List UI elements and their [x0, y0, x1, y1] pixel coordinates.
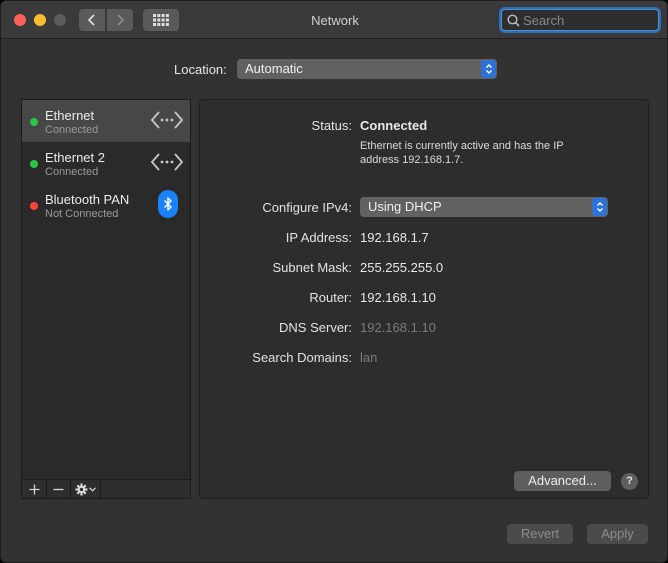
- chevron-down-icon: [89, 486, 96, 492]
- service-name: Ethernet 2: [45, 150, 105, 165]
- status-description: Ethernet is currently active and has the…: [360, 140, 564, 166]
- service-list: Ethernet Connected Ethernet 2 Connected …: [21, 99, 191, 499]
- minus-icon: [53, 488, 64, 490]
- location-value: Automatic: [245, 61, 303, 76]
- dns-server-value: 192.168.1.10: [360, 320, 436, 335]
- service-status: Connected: [45, 124, 99, 136]
- router-label: Router:: [309, 290, 352, 305]
- service-item-ethernet[interactable]: Ethernet Connected: [22, 100, 190, 142]
- location-label: Location:: [174, 62, 227, 77]
- status-value: Connected: [360, 118, 428, 133]
- router-value: 192.168.1.10: [360, 290, 436, 305]
- configure-ipv4-label: Configure IPv4:: [262, 200, 352, 215]
- search-input[interactable]: [523, 12, 653, 28]
- location-select[interactable]: Automatic: [237, 59, 497, 79]
- service-name: Bluetooth PAN: [45, 192, 130, 207]
- search-domains-value: lan: [360, 350, 378, 365]
- plus-icon: [29, 484, 39, 494]
- configure-ipv4-select[interactable]: Using DHCP: [360, 197, 608, 217]
- service-item-bluetooth-pan[interactable]: Bluetooth PAN Not Connected: [22, 184, 190, 226]
- ip-address-value: 192.168.1.7: [360, 230, 429, 245]
- ethernet-arrows-icon: [150, 153, 184, 171]
- advanced-button[interactable]: Advanced...: [514, 471, 611, 491]
- search-field[interactable]: [499, 7, 661, 33]
- bluetooth-icon: [158, 190, 178, 218]
- search-domains-label: Search Domains:: [252, 350, 352, 365]
- configure-ipv4-value: Using DHCP: [368, 199, 442, 214]
- service-status: Not Connected: [45, 208, 119, 220]
- service-status: Connected: [45, 166, 99, 178]
- help-button[interactable]: ?: [621, 473, 638, 490]
- add-service-button[interactable]: [22, 480, 47, 498]
- ip-address-label: IP Address:: [285, 230, 352, 245]
- remove-service-button[interactable]: [47, 480, 71, 498]
- updown-chevron-icon: [481, 60, 496, 78]
- service-detail-panel: Status: Connected Ethernet is currently …: [199, 99, 649, 499]
- subnet-mask-label: Subnet Mask:: [272, 260, 353, 275]
- service-item-ethernet-2[interactable]: Ethernet 2 Connected: [22, 142, 190, 184]
- ethernet-arrows-icon: [150, 111, 184, 129]
- network-window: Network Location: Automatic Ethernet Con…: [0, 0, 668, 563]
- search-icon: [507, 13, 520, 27]
- service-actions-menu-button[interactable]: [71, 480, 101, 498]
- service-name: Ethernet: [45, 108, 95, 123]
- not-connected-status-dot: [30, 202, 38, 210]
- service-list-toolbar: [21, 479, 191, 499]
- revert-button[interactable]: Revert: [507, 524, 573, 544]
- subnet-mask-value: 255.255.255.0: [360, 260, 444, 275]
- gear-icon: [75, 483, 88, 495]
- status-label: Status:: [311, 118, 352, 133]
- connected-status-dot: [30, 118, 38, 126]
- title-bar: Network: [1, 1, 667, 39]
- updown-chevron-icon: [592, 198, 607, 216]
- connected-status-dot: [30, 160, 38, 168]
- apply-button[interactable]: Apply: [587, 524, 648, 544]
- dns-server-label: DNS Server:: [279, 320, 352, 335]
